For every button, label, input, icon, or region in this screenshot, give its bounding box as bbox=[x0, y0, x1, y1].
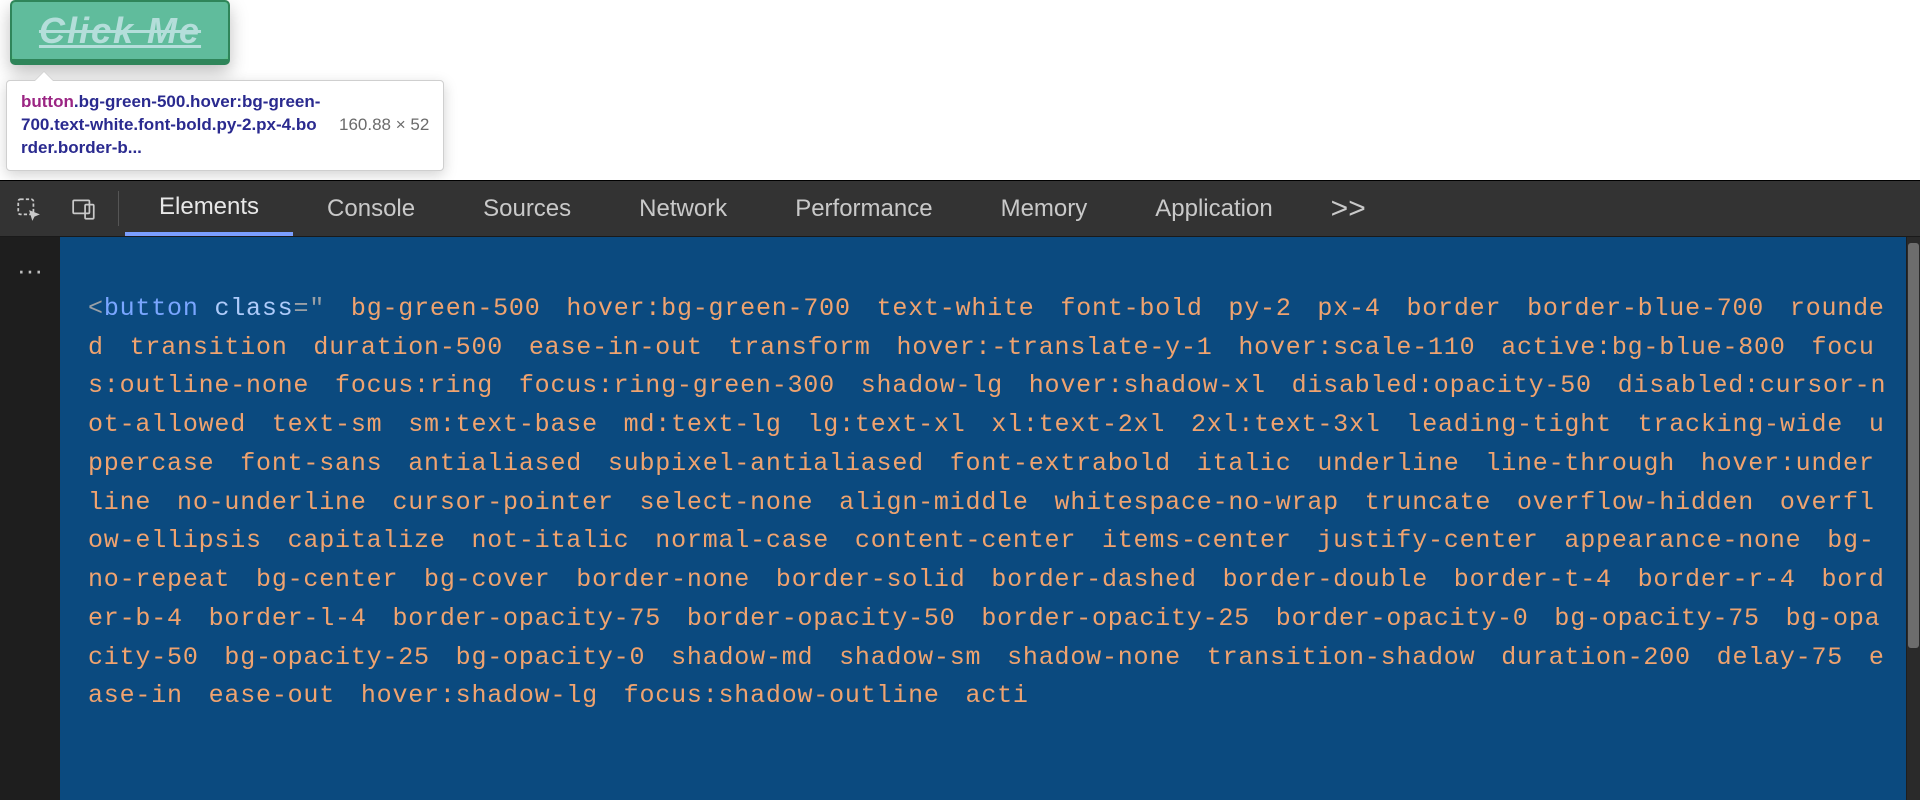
elements-scrollbar[interactable] bbox=[1907, 237, 1920, 800]
inspect-tooltip-selector: button.bg-green-500.hover:bg-green-700.t… bbox=[21, 91, 321, 160]
devtools-panel: Elements Console Sources Network Perform… bbox=[0, 180, 1920, 800]
elements-selected-node[interactable]: <button class=" bg-green-500 hover:bg-gr… bbox=[60, 237, 1906, 800]
device-toolbar-icon[interactable] bbox=[56, 181, 112, 236]
elements-code-wrap: <button class=" bg-green-500 hover:bg-gr… bbox=[60, 237, 1920, 800]
tabbar-separator bbox=[118, 191, 119, 226]
code-class-string: bg-green-500 hover:bg-green-700 text-whi… bbox=[88, 294, 1886, 711]
inspect-tooltip-tag: button bbox=[21, 92, 74, 111]
inspect-element-icon[interactable] bbox=[0, 181, 56, 236]
click-me-button[interactable]: Click Me bbox=[10, 0, 230, 65]
tab-application[interactable]: Application bbox=[1121, 181, 1306, 236]
elements-gutter: ··· bbox=[0, 237, 60, 800]
tab-memory[interactable]: Memory bbox=[967, 181, 1122, 236]
tab-sources[interactable]: Sources bbox=[449, 181, 605, 236]
code-tag: button bbox=[104, 294, 199, 323]
tabs-overflow-icon[interactable]: >> bbox=[1307, 181, 1390, 236]
rendered-page: Click Me button.bg-green-500.hover:bg-gr… bbox=[0, 0, 1920, 180]
devtools-tabbar: Elements Console Sources Network Perform… bbox=[0, 181, 1920, 237]
tab-performance[interactable]: Performance bbox=[761, 181, 966, 236]
elements-panel: ··· <button class=" bg-green-500 hover:b… bbox=[0, 237, 1920, 800]
tab-elements[interactable]: Elements bbox=[125, 181, 293, 236]
elements-scrollbar-thumb[interactable] bbox=[1908, 243, 1919, 648]
code-attr: class bbox=[214, 294, 293, 323]
tab-console[interactable]: Console bbox=[293, 181, 449, 236]
inspect-tooltip: button.bg-green-500.hover:bg-green-700.t… bbox=[6, 80, 444, 171]
tab-network[interactable]: Network bbox=[605, 181, 761, 236]
inspect-tooltip-dimensions: 160.88 × 52 bbox=[339, 114, 429, 137]
